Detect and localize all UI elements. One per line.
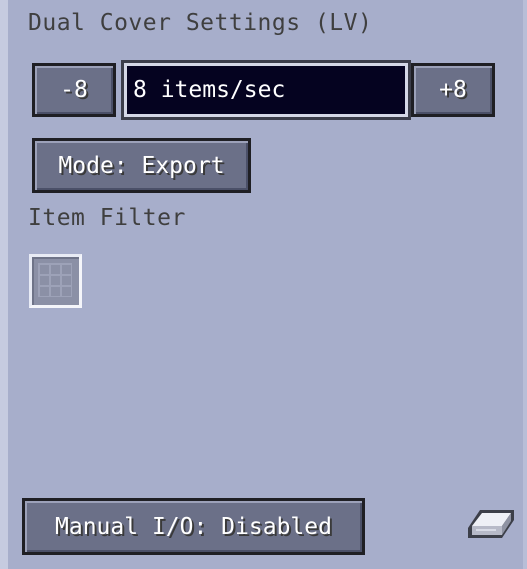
increase-rate-button[interactable]: +8 <box>411 63 495 117</box>
grid-slot-icon <box>38 263 72 297</box>
ingot-icon <box>468 510 514 538</box>
rate-input[interactable]: 8 items/sec <box>121 60 411 120</box>
decrease-rate-button[interactable]: -8 <box>32 63 116 117</box>
panel-title: Dual Cover Settings (LV) <box>28 10 373 36</box>
manual-io-button[interactable]: Manual I/O: Disabled <box>22 498 365 555</box>
mode-button[interactable]: Mode: Export <box>32 138 251 193</box>
item-filter-slot[interactable] <box>29 254 82 308</box>
item-filter-label: Item Filter <box>28 205 186 231</box>
cover-settings-panel: Dual Cover Settings (LV) -8 8 items/sec … <box>0 0 527 569</box>
